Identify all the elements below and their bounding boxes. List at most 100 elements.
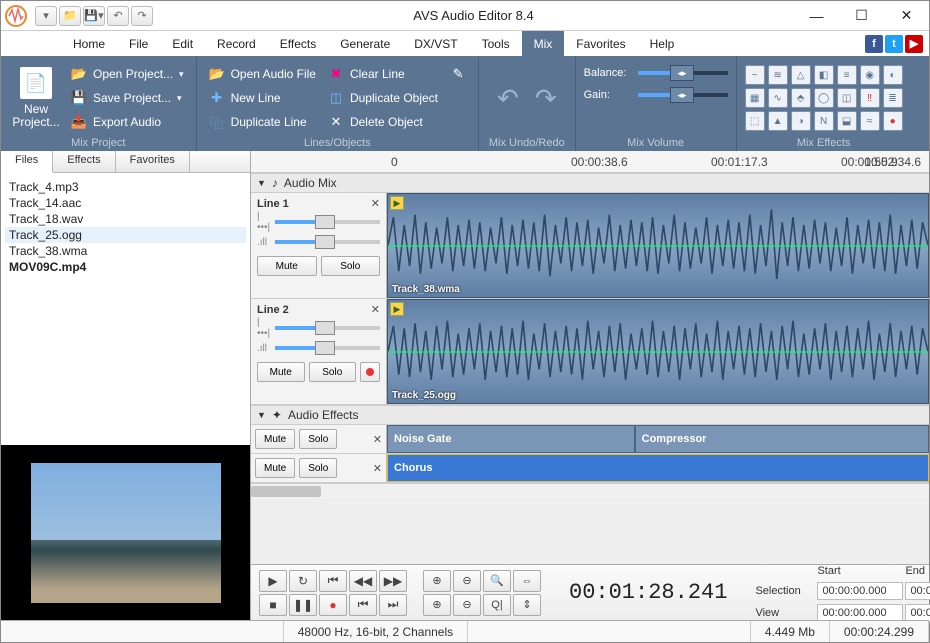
fx-icon[interactable]: ∿ [768, 88, 788, 108]
open-audio-button[interactable]: 📂Open Audio File [205, 63, 320, 85]
zoom-fit-button[interactable]: Q| [483, 594, 511, 616]
stop-button[interactable]: ■ [259, 594, 287, 616]
view-end[interactable]: 00:03:00.000 [905, 604, 930, 622]
menu-home[interactable]: Home [61, 31, 117, 56]
mute-button[interactable]: Mute [255, 429, 295, 449]
fx-clip-noise-gate[interactable]: Noise Gate [387, 425, 635, 453]
mute-button[interactable]: Mute [257, 362, 305, 382]
fx-icon[interactable]: △ [791, 65, 811, 85]
menu-effects[interactable]: Effects [268, 31, 328, 56]
sel-end[interactable]: 00:02:59.296 [905, 582, 930, 600]
fx-icon[interactable]: ◐ [883, 65, 903, 85]
balance-slider[interactable]: ◂▸ [638, 71, 728, 75]
menu-file[interactable]: File [117, 31, 160, 56]
fx-clip-chorus[interactable]: Chorus [387, 454, 929, 482]
fx-icon[interactable]: ◯ [814, 88, 834, 108]
file-list[interactable]: Track_4.mp3 Track_14.aac Track_18.wav Tr… [1, 173, 250, 445]
qat-open-icon[interactable]: 📁 [59, 6, 81, 26]
qat-undo-icon[interactable]: ↶ [107, 6, 129, 26]
export-audio-button[interactable]: 📤Export Audio [67, 111, 188, 133]
fx-icon[interactable]: ≋ [768, 65, 788, 85]
solo-button[interactable]: Solo [299, 429, 337, 449]
horizontal-scrollbar[interactable] [251, 483, 929, 499]
menu-edit[interactable]: Edit [160, 31, 205, 56]
twitter-icon[interactable]: t [885, 35, 903, 53]
record-button[interactable] [360, 362, 380, 382]
close-icon[interactable]: ✕ [373, 433, 382, 446]
rewind-button[interactable]: ⏮ [319, 570, 347, 592]
fx-icon[interactable]: ≣ [883, 88, 903, 108]
clip-play-icon[interactable]: ▶ [390, 302, 404, 316]
fx-icon[interactable]: N [814, 111, 834, 131]
open-project-button[interactable]: 📂Open Project...▾ [67, 63, 188, 85]
menu-tools[interactable]: Tools [470, 31, 522, 56]
close-button[interactable]: ✕ [884, 1, 929, 31]
file-item-active[interactable]: MOV09C.mp4 [5, 259, 246, 275]
fx-icon[interactable]: ▦ [745, 88, 765, 108]
menu-dxvst[interactable]: DX/VST [402, 31, 469, 56]
qat-new-icon[interactable]: ▾ [35, 6, 57, 26]
zoom-in-v-button[interactable]: ⊕ [423, 594, 451, 616]
solo-button[interactable]: Solo [321, 256, 381, 276]
file-item[interactable]: Track_14.aac [5, 195, 246, 211]
close-icon[interactable]: ✕ [371, 303, 380, 316]
qat-redo-icon[interactable]: ↷ [131, 6, 153, 26]
step-back-button[interactable]: ◀◀ [349, 570, 377, 592]
edit-tool-button[interactable]: ✎ [446, 63, 470, 85]
facebook-icon[interactable]: f [865, 35, 883, 53]
duplicate-object-button[interactable]: ◫Duplicate Object [324, 87, 442, 109]
save-project-button[interactable]: 💾Save Project...▾ [67, 87, 188, 109]
mute-button[interactable]: Mute [257, 256, 317, 276]
file-item[interactable]: Track_38.wma [5, 243, 246, 259]
fx-clip-compressor[interactable]: Compressor [635, 425, 929, 453]
zoom-out-button[interactable]: ⊖ [453, 570, 481, 592]
fx-icon[interactable]: ◧ [814, 65, 834, 85]
undo-button[interactable]: ↶ [497, 83, 519, 114]
duplicate-line-button[interactable]: ⿻Duplicate Line [205, 111, 320, 133]
fx-icon[interactable]: ● [883, 111, 903, 131]
tab-files[interactable]: Files [1, 151, 53, 173]
view-start[interactable]: 00:00:00.000 [817, 604, 903, 622]
loop-button[interactable]: ↻ [289, 570, 317, 592]
maximize-button[interactable]: ☐ [839, 1, 884, 31]
fx-icon[interactable]: ≡ [837, 65, 857, 85]
solo-button[interactable]: Solo [299, 458, 337, 478]
tab-effects[interactable]: Effects [53, 151, 115, 172]
sel-start[interactable]: 00:00:00.000 [817, 582, 903, 600]
record-button[interactable]: ● [319, 594, 347, 616]
volume-slider[interactable] [275, 240, 380, 244]
solo-button[interactable]: Solo [309, 362, 357, 382]
step-fwd-button[interactable]: ▶▶ [379, 570, 407, 592]
fx-icon[interactable]: ⬚ [745, 111, 765, 131]
menu-record[interactable]: Record [205, 31, 268, 56]
audio-effects-header[interactable]: ▼ ✦ Audio Effects [251, 405, 929, 425]
menu-favorites[interactable]: Favorites [564, 31, 637, 56]
fx-icon[interactable]: ⬘ [791, 88, 811, 108]
file-item-selected[interactable]: Track_25.ogg [5, 227, 246, 243]
fx-icon[interactable]: ◉ [860, 65, 880, 85]
play-button[interactable]: ▶ [259, 570, 287, 592]
delete-object-button[interactable]: ✕Delete Object [324, 111, 442, 133]
menu-help[interactable]: Help [638, 31, 687, 56]
zoom-out-v-button[interactable]: ⊖ [453, 594, 481, 616]
fx-icon[interactable]: ~ [745, 65, 765, 85]
mute-button[interactable]: Mute [255, 458, 295, 478]
fx-icon[interactable]: ◫ [837, 88, 857, 108]
redo-button[interactable]: ↷ [535, 83, 557, 114]
gain-slider[interactable]: ◂▸ [638, 93, 728, 97]
next-marker-button[interactable]: ⏭ [379, 594, 407, 616]
qat-save-icon[interactable]: 💾▾ [83, 6, 105, 26]
minimize-button[interactable]: — [794, 1, 839, 31]
file-item[interactable]: Track_18.wav [5, 211, 246, 227]
clear-line-button[interactable]: ✖Clear Line [324, 63, 442, 85]
file-item[interactable]: Track_4.mp3 [5, 179, 246, 195]
clip-play-icon[interactable]: ▶ [390, 196, 404, 210]
close-icon[interactable]: ✕ [373, 462, 382, 475]
timeline-ruler[interactable]: 0 00:00:38.6 00:01:17.3 00:01:55.9 00:02… [251, 151, 929, 173]
zoom-sel-button[interactable]: ⇔ [513, 570, 541, 592]
new-project-button[interactable]: 📄 New Project... [9, 61, 63, 135]
fx-icon[interactable]: ≈ [860, 111, 880, 131]
youtube-icon[interactable]: ▶ [905, 35, 923, 53]
pan-slider[interactable] [275, 220, 380, 224]
menu-generate[interactable]: Generate [328, 31, 402, 56]
